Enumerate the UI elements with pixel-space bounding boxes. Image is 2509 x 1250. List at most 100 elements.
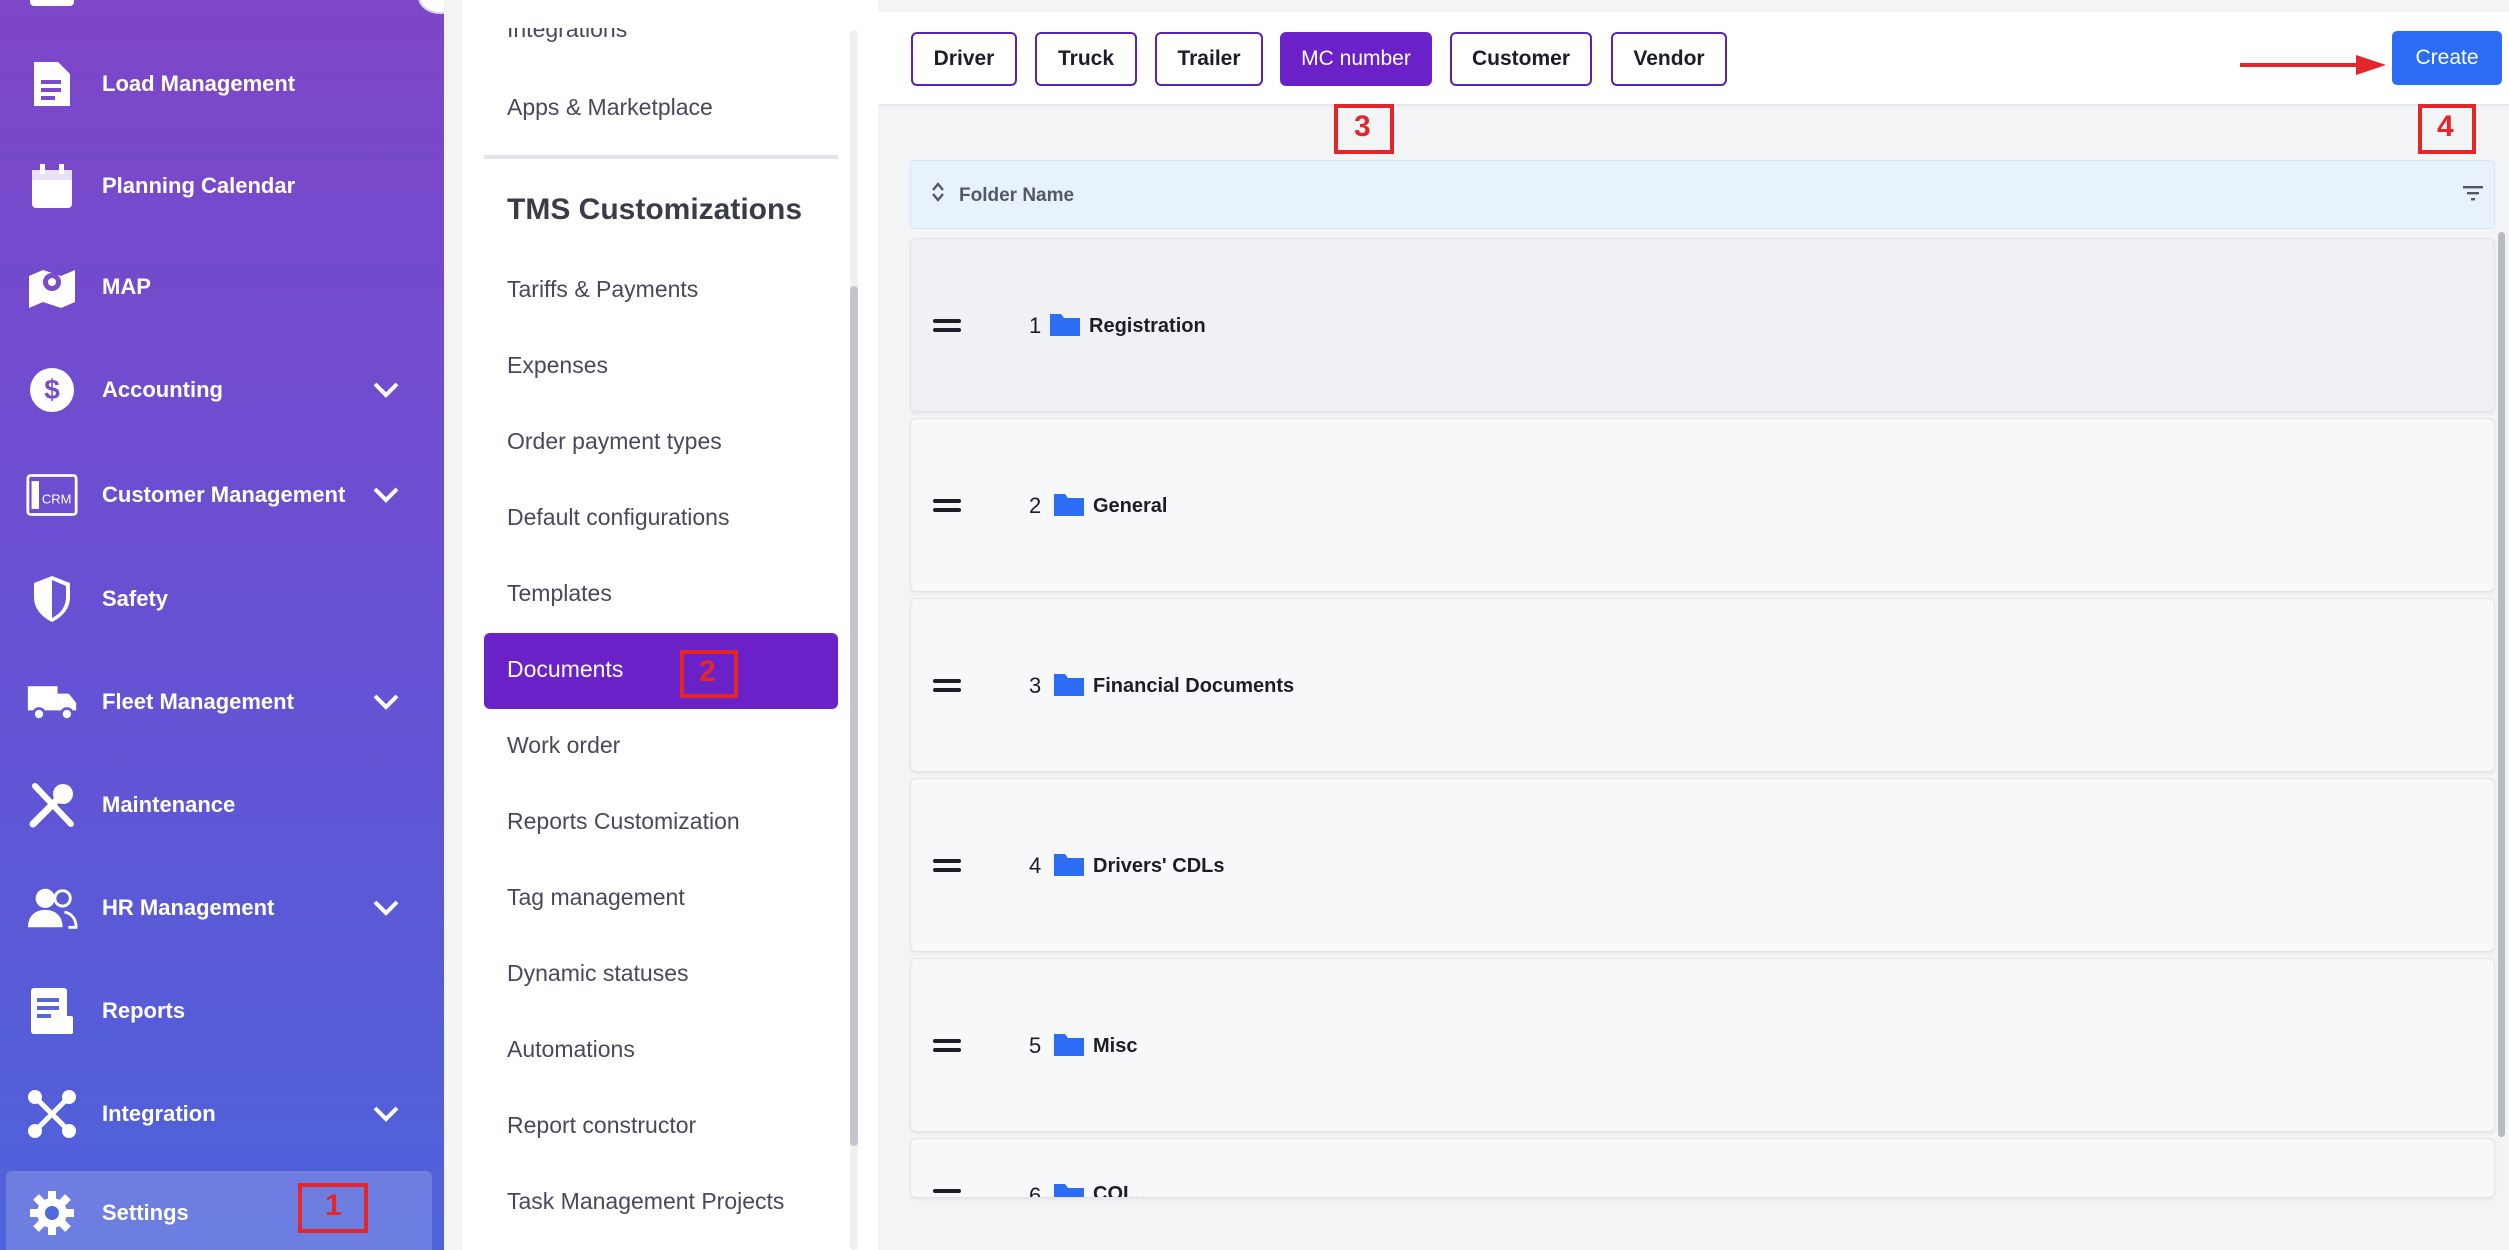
annotation-number-4: 4 xyxy=(2437,110,2454,143)
folder-icon xyxy=(1053,1181,1085,1197)
tab-trailer[interactable]: Trailer xyxy=(1155,32,1263,86)
submenu-item-task-management-projects[interactable]: Task Management Projects xyxy=(507,1188,784,1215)
chevron-down-icon[interactable] xyxy=(370,686,402,718)
submenu-item-default-configurations[interactable]: Default configurations xyxy=(507,504,729,531)
submenu-item-apps-marketplace[interactable]: Apps & Marketplace xyxy=(507,94,713,121)
sidebar-item-integration[interactable]: Integration xyxy=(0,1072,444,1156)
chevron-down-icon[interactable] xyxy=(370,479,402,511)
submenu-item-documents[interactable]: Documents xyxy=(507,656,623,683)
table-row[interactable]: 1 Registration xyxy=(910,238,2495,412)
folder-name: Registration xyxy=(1089,315,1206,337)
folder-name: Drivers' CDLs xyxy=(1093,855,1225,877)
sidebar-item-reports[interactable]: Reports xyxy=(0,969,444,1053)
sidebar-item-label: Reports xyxy=(102,998,186,1023)
chevron-down-icon[interactable] xyxy=(370,892,402,924)
submenu-item-report-constructor[interactable]: Report constructor xyxy=(507,1112,696,1139)
sort-icon[interactable] xyxy=(931,181,945,208)
table-row[interactable]: 4 Drivers' CDLs xyxy=(910,778,2495,952)
sidebar-item-settings[interactable]: Settings xyxy=(6,1171,432,1250)
table-header: Folder Name xyxy=(910,160,2495,229)
drag-handle-icon[interactable] xyxy=(933,1039,961,1057)
sidebar-item-customer-management[interactable]: CRM Customer Management xyxy=(0,453,444,537)
dashboard-icon[interactable] xyxy=(30,0,74,6)
people-icon xyxy=(26,882,78,934)
submenu-divider xyxy=(484,155,838,159)
tools-icon xyxy=(26,779,78,831)
calendar-icon xyxy=(26,160,78,212)
folder-name: Financial Documents xyxy=(1093,675,1295,697)
report-icon xyxy=(26,985,78,1037)
app-root: Load Management Planning Calendar MAP $ … xyxy=(0,0,2509,1250)
documents-main: Driver Truck Trailer MC number Customer … xyxy=(878,0,2509,1250)
column-header-folder-name[interactable]: Folder Name xyxy=(959,185,1074,207)
drag-handle-icon[interactable] xyxy=(933,679,961,697)
sidebar-item-load-management[interactable]: Load Management xyxy=(0,42,444,126)
row-number: 1 xyxy=(1029,313,1042,338)
submenu-item-automations[interactable]: Automations xyxy=(507,1036,635,1063)
filter-icon[interactable] xyxy=(2463,185,2483,206)
crm-icon: CRM xyxy=(26,469,78,521)
tab-customer[interactable]: Customer xyxy=(1450,32,1592,86)
folder-icon xyxy=(1053,1031,1085,1062)
sidebar-item-maintenance[interactable]: Maintenance xyxy=(0,763,444,847)
row-number: 3 xyxy=(1029,673,1042,698)
truck-icon xyxy=(26,676,78,728)
create-button[interactable]: Create xyxy=(2392,31,2502,85)
submenu-item-order-payment-types[interactable]: Order payment types xyxy=(507,428,722,455)
folder-icon xyxy=(1053,851,1085,882)
annotation-arrow-icon xyxy=(2240,55,2386,75)
tab-vendor[interactable]: Vendor xyxy=(1611,32,1727,86)
chevron-down-icon[interactable] xyxy=(370,1098,402,1130)
tab-driver[interactable]: Driver xyxy=(911,32,1017,86)
chevron-down-icon[interactable] xyxy=(370,374,402,406)
submenu-item-work-order[interactable]: Work order xyxy=(507,732,620,759)
sidebar-item-label: Fleet Management xyxy=(102,689,294,714)
table-row[interactable]: 6 COI... xyxy=(910,1138,2495,1198)
sidebar-item-label: Maintenance xyxy=(102,792,236,817)
submenu-item-templates[interactable]: Templates xyxy=(507,580,612,607)
sidebar-item-map[interactable]: MAP xyxy=(0,245,444,329)
folder-icon xyxy=(1053,491,1085,522)
table-row[interactable]: 5 Misc xyxy=(910,958,2495,1132)
annotation-number-1: 1 xyxy=(325,1189,342,1222)
drag-handle-icon[interactable] xyxy=(933,859,961,877)
row-number: 6 xyxy=(1029,1183,1042,1198)
sidebar-item-label: Safety xyxy=(102,586,169,611)
main-scrollbar[interactable] xyxy=(2498,232,2505,1137)
folder-icon xyxy=(1053,671,1085,702)
gear-icon xyxy=(26,1187,78,1239)
table-row[interactable]: 2 General xyxy=(910,418,2495,592)
drag-handle-icon[interactable] xyxy=(933,1189,961,1197)
submenu-item-dynamic-statuses[interactable]: Dynamic statuses xyxy=(507,960,689,987)
table-row[interactable]: 3 Financial Documents xyxy=(910,598,2495,772)
sidebar-item-label: HR Management xyxy=(102,895,275,920)
sidebar-item-fleet-management[interactable]: Fleet Management xyxy=(0,660,444,744)
submenu-item-integrations[interactable]: Integrations xyxy=(507,28,627,43)
dollar-icon: $ xyxy=(26,364,78,416)
submenu-item-reports-customization[interactable]: Reports Customization xyxy=(507,808,740,835)
submenu-item-expenses[interactable]: Expenses xyxy=(507,352,608,379)
row-number: 4 xyxy=(1029,853,1042,878)
sidebar-item-label: Customer Management xyxy=(102,482,346,507)
row-number: 5 xyxy=(1029,1033,1042,1058)
sidebar-item-label: MAP xyxy=(102,274,151,299)
drag-handle-icon[interactable] xyxy=(933,499,961,517)
sidebar-item-label: Settings xyxy=(102,1200,189,1225)
submenu-scrollbar-thumb[interactable] xyxy=(850,286,858,1146)
sidebar-item-hr-management[interactable]: HR Management xyxy=(0,866,444,950)
map-icon xyxy=(26,261,78,313)
sidebar-item-planning-calendar[interactable]: Planning Calendar xyxy=(0,144,444,228)
tab-truck[interactable]: Truck xyxy=(1035,32,1137,86)
submenu-item-tag-management[interactable]: Tag management xyxy=(507,884,685,911)
annotation-number-2: 2 xyxy=(699,655,716,688)
submenu-item-tariffs-payments[interactable]: Tariffs & Payments xyxy=(507,276,698,303)
sidebar-item-safety[interactable]: Safety xyxy=(0,557,444,641)
sidebar-item-accounting[interactable]: $ Accounting xyxy=(0,348,444,432)
sidebar-collapse-button[interactable] xyxy=(418,0,444,14)
shield-icon xyxy=(26,573,78,625)
folder-icon xyxy=(1049,311,1081,342)
submenu-heading: TMS Customizations xyxy=(507,193,803,226)
tab-mc-number[interactable]: MC number xyxy=(1280,32,1432,86)
document-icon xyxy=(26,58,78,110)
drag-handle-icon[interactable] xyxy=(933,319,961,337)
